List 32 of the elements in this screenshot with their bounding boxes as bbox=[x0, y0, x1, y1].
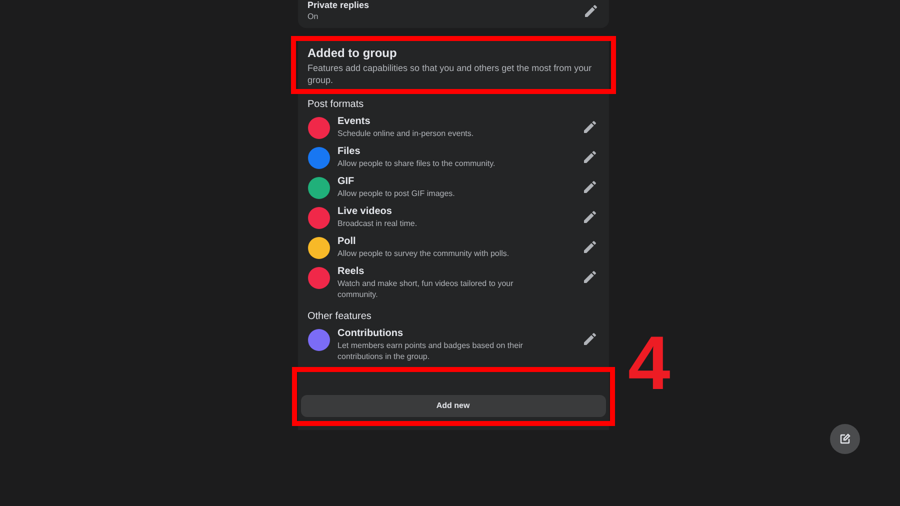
feature-description: Allow people to post GIF images. bbox=[338, 188, 456, 199]
pencil-icon[interactable] bbox=[582, 119, 598, 135]
group-label: Post formats bbox=[308, 98, 365, 112]
feature-description: Allow people to share files to the community. bbox=[338, 158, 496, 169]
compose-button[interactable] bbox=[830, 424, 860, 454]
feature-description: Allow people to survey the community with polls. bbox=[338, 248, 510, 259]
feature-title: Poll bbox=[338, 235, 357, 248]
feature-description: Schedule online and in-person events. bbox=[338, 128, 475, 139]
feature-description: Broadcast in real time. bbox=[338, 218, 418, 229]
group-label: Other features bbox=[308, 310, 372, 324]
feature-description: Watch and make short, fun videos tailored to your community. bbox=[338, 278, 514, 300]
feature-title: Files bbox=[338, 145, 362, 158]
add-new-button[interactable]: Add new bbox=[300, 395, 606, 417]
pencil-icon[interactable] bbox=[582, 331, 598, 347]
setting-value: On bbox=[308, 11, 320, 22]
compose-icon bbox=[839, 433, 851, 445]
annotation-number: 4 bbox=[628, 326, 670, 402]
pencil-icon[interactable] bbox=[582, 3, 598, 19]
pencil-icon[interactable] bbox=[582, 209, 598, 225]
pencil-icon[interactable] bbox=[582, 179, 598, 195]
section-title: Added to group bbox=[308, 45, 398, 62]
feature-title: Reels bbox=[338, 265, 366, 278]
feature-title: GIF bbox=[338, 175, 356, 188]
section-description: Features add capabilities so that you and others get the most from your group. bbox=[308, 62, 593, 86]
pencil-icon[interactable] bbox=[582, 239, 598, 255]
feature-title: Live videos bbox=[338, 205, 393, 218]
feature-description: Let members earn points and badges based on their contributions in the group. bbox=[338, 340, 524, 362]
pencil-icon[interactable] bbox=[582, 149, 598, 165]
feature-title: Events bbox=[338, 115, 372, 128]
pencil-icon[interactable] bbox=[582, 269, 598, 285]
feature-title: Contributions bbox=[338, 327, 404, 340]
setting-title: Private replies bbox=[308, 0, 370, 11]
